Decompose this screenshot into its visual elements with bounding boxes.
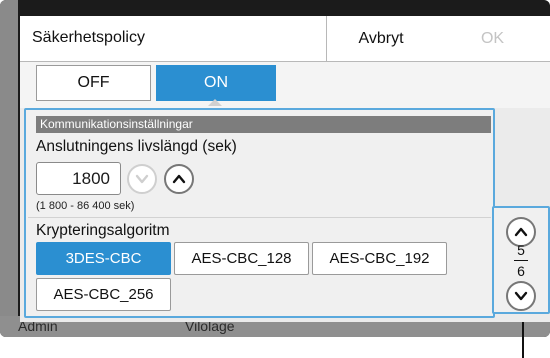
device-screen: Admin Vilolage Säkerhetspolicy Avbryt OK…	[0, 0, 550, 337]
decrease-button[interactable]	[127, 164, 157, 194]
algorithm-option[interactable]: 3DES-CBC	[36, 242, 171, 275]
section-divider	[28, 217, 491, 218]
background-strip	[0, 0, 18, 337]
section-header: Kommunikationsinställningar	[36, 116, 491, 133]
ok-button[interactable]: OK	[435, 16, 550, 61]
communication-settings-panel: Kommunikationsinställningar Anslutningen…	[24, 108, 495, 318]
lifetime-input[interactable]: 1800	[36, 162, 121, 195]
lifetime-label: Anslutningens livslängd (sek)	[36, 138, 237, 155]
dialog-title: Säkerhetspolicy	[32, 29, 145, 46]
page-fraction-line	[514, 260, 528, 261]
toggle-on-button[interactable]: ON	[156, 65, 276, 101]
algorithm-label: Krypteringsalgoritm	[36, 222, 170, 239]
policy-toggle: OFF ON	[20, 62, 550, 108]
chevron-up-icon	[172, 174, 186, 184]
callout-pointer-line	[522, 322, 524, 358]
chevron-down-icon	[135, 174, 149, 184]
page-total: 6	[517, 263, 525, 279]
algorithm-option[interactable]: AES-CBC_128	[174, 242, 309, 275]
cancel-button[interactable]: Avbryt	[326, 16, 436, 61]
chevron-up-icon	[514, 227, 528, 237]
page-current: 5	[517, 242, 525, 258]
algorithm-option[interactable]: AES-CBC_192	[312, 242, 447, 275]
toggle-off-button[interactable]: OFF	[36, 65, 151, 101]
security-policy-dialog: Säkerhetspolicy Avbryt OK OFF ON Kommuni…	[20, 16, 550, 322]
dialog-header: Säkerhetspolicy Avbryt OK	[20, 16, 550, 62]
page-down-button[interactable]	[506, 281, 536, 311]
lifetime-range-hint: (1 800 - 86 400 sek)	[36, 200, 135, 212]
chevron-down-icon	[514, 291, 528, 301]
page-navigator: 5 6	[492, 206, 550, 314]
selection-caret-icon	[208, 99, 222, 106]
increase-button[interactable]	[164, 164, 194, 194]
algorithm-option[interactable]: AES-CBC_256	[36, 278, 171, 311]
